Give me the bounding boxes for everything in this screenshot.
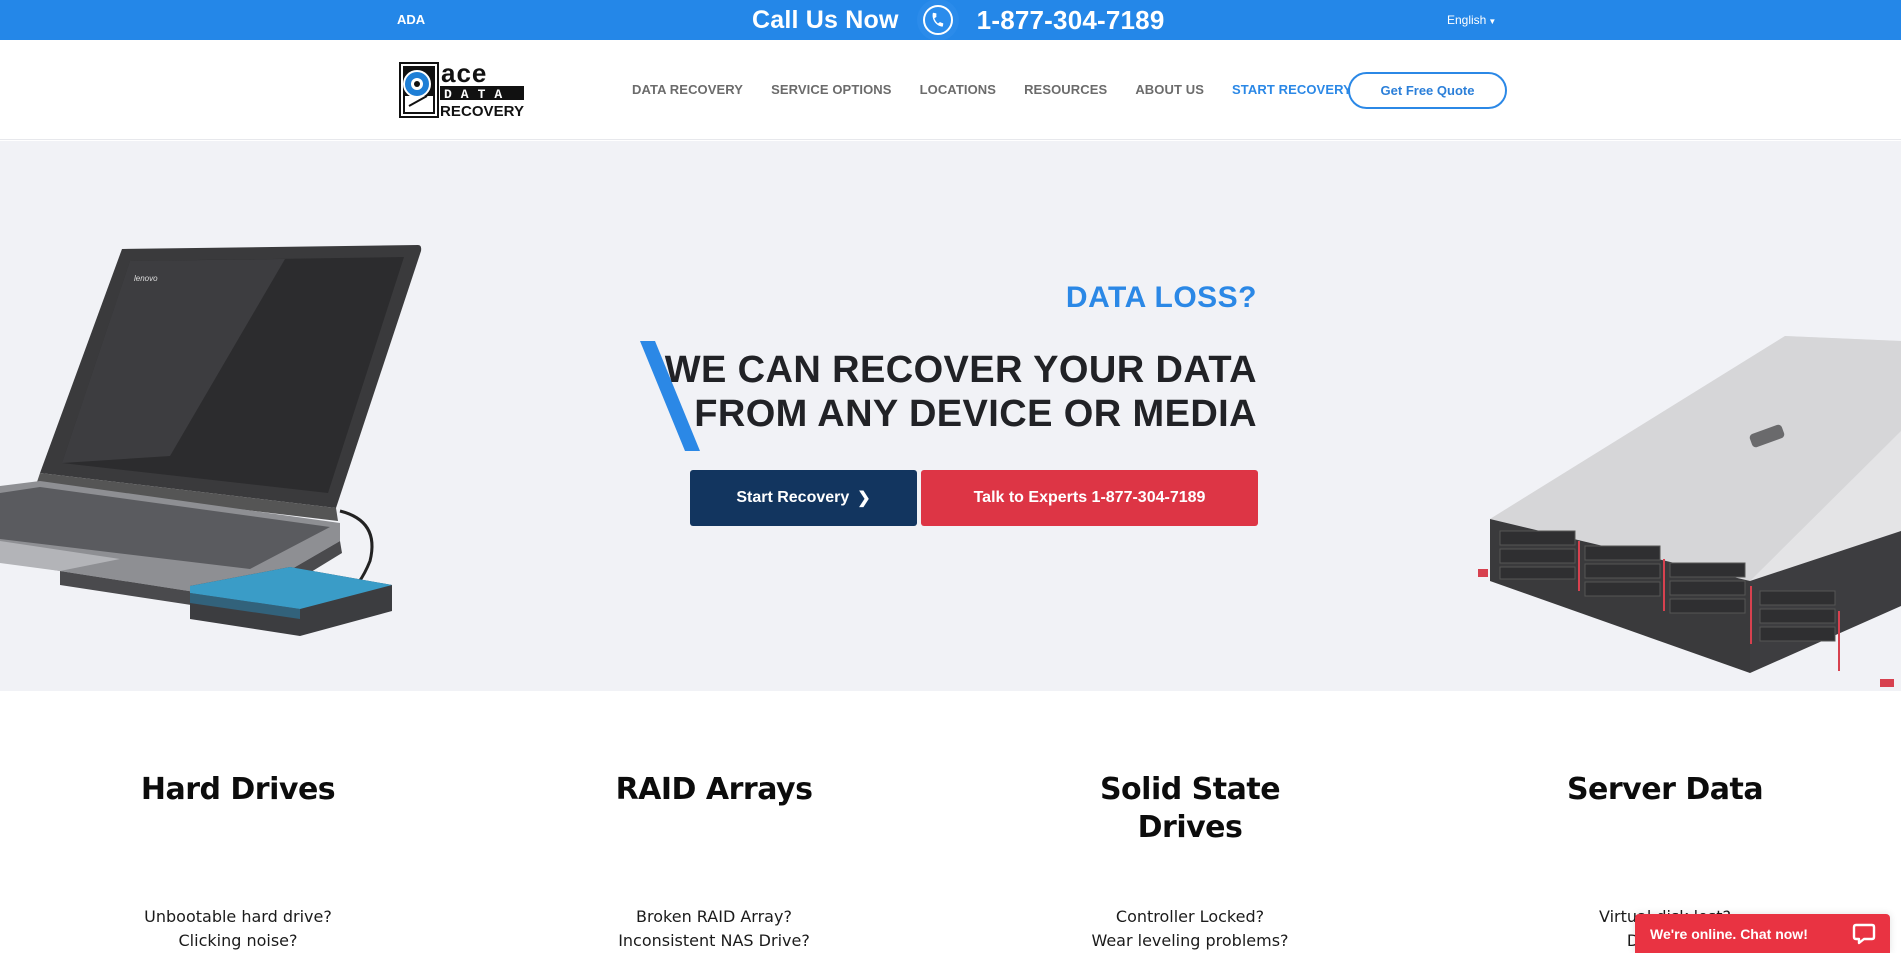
phone-icon <box>922 5 953 35</box>
logo[interactable]: ace DATA RECOVERY <box>399 58 525 120</box>
nav-resources[interactable]: RESOURCES <box>1024 82 1107 97</box>
hero-section: lenovo DATA LOSS? WE CAN RECOVER YOUR DA… <box>0 141 1901 691</box>
get-free-quote-button[interactable]: Get Free Quote <box>1348 72 1507 109</box>
feature-server-data: Server Data Virtual disk lost? Database <box>1515 771 1815 950</box>
feature-questions: Unbootable hard drive? Clicking noise? <box>88 905 388 953</box>
feature-question: Broken RAID Array? <box>636 907 792 926</box>
feature-title-line: Drives <box>1137 810 1243 845</box>
feature-question: Unbootable hard drive? <box>144 907 332 926</box>
hero-eyebrow: DATA LOSS? <box>1065 281 1257 314</box>
main-nav: DATA RECOVERY SERVICE OPTIONS LOCATIONS … <box>632 82 1380 97</box>
laptop-brand-text: lenovo <box>134 274 158 283</box>
feature-hard-drives: Hard Drives Unbootable hard drive? Click… <box>88 771 388 950</box>
feature-questions: Broken RAID Array? Inconsistent NAS Driv… <box>564 905 864 953</box>
hero-headline: WE CAN RECOVER YOUR DATA FROM ANY DEVICE… <box>665 348 1257 436</box>
server-image <box>1478 336 1901 687</box>
svg-text:RECOVERY: RECOVERY <box>440 103 524 118</box>
feature-title: Server Data <box>1566 772 1764 807</box>
headline-line-2: FROM ANY DEVICE OR MEDIA <box>694 393 1257 435</box>
feature-question: Wear leveling problems? <box>1091 931 1289 950</box>
start-recovery-button[interactable]: Start Recovery ❯ <box>690 470 917 526</box>
feature-title-line: Solid State <box>1099 772 1281 807</box>
nav-data-recovery[interactable]: DATA RECOVERY <box>632 82 743 97</box>
site-header: ace DATA RECOVERY DATA RECOVERY SERVICE … <box>0 40 1901 140</box>
svg-text:DATA: DATA <box>444 87 511 102</box>
svg-text:ace: ace <box>441 62 487 88</box>
feature-title: Solid State Drives <box>1040 771 1340 847</box>
chat-widget[interactable]: We're online. Chat now! <box>1635 914 1890 953</box>
nav-service-options[interactable]: SERVICE OPTIONS <box>771 82 891 97</box>
page: ADA Call Us Now 1-877-304-7189 English ▼ … <box>0 0 1901 953</box>
ada-link[interactable]: ADA <box>397 12 425 27</box>
call-us-now: Call Us Now 1-877-304-7189 <box>752 4 1165 36</box>
top-bar: ADA Call Us Now 1-877-304-7189 English ▼ <box>0 0 1901 40</box>
chevron-right-icon: ❯ <box>857 490 871 507</box>
language-label: English <box>1447 13 1487 27</box>
feature-questions: Controller Locked? Wear leveling problem… <box>1040 905 1340 953</box>
feature-solid-state-drives: Solid State Drives Controller Locked? We… <box>1040 771 1340 950</box>
nav-locations[interactable]: LOCATIONS <box>920 82 997 97</box>
feature-question: Controller Locked? <box>1115 907 1265 926</box>
chat-bubble-icon <box>1852 923 1876 945</box>
laptop-image: lenovo <box>0 245 422 636</box>
headline-line-1: WE CAN RECOVER YOUR DATA <box>664 349 1257 391</box>
feature-question: Inconsistent NAS Drive? <box>618 931 810 950</box>
feature-question: Clicking noise? <box>178 931 298 950</box>
nav-about-us[interactable]: ABOUT US <box>1135 82 1204 97</box>
feature-raid-arrays: RAID Arrays Broken RAID Array? Inconsist… <box>564 771 864 950</box>
start-recovery-label: Start Recovery <box>736 489 850 506</box>
call-label: Call Us Now <box>752 5 899 34</box>
chevron-down-icon: ▼ <box>1488 17 1497 26</box>
nav-start-recovery[interactable]: START RECOVERY <box>1232 82 1352 97</box>
feature-title: Hard Drives <box>140 772 336 807</box>
language-select[interactable]: English ▼ <box>1447 13 1496 27</box>
feature-title: RAID Arrays <box>615 772 813 807</box>
chat-label: We're online. Chat now! <box>1650 925 1808 942</box>
talk-to-experts-button[interactable]: Talk to Experts 1-877-304-7189 <box>921 470 1258 526</box>
features-section: Hard Drives Unbootable hard drive? Click… <box>0 691 1901 953</box>
top-phone-link[interactable]: 1-877-304-7189 <box>977 5 1165 36</box>
